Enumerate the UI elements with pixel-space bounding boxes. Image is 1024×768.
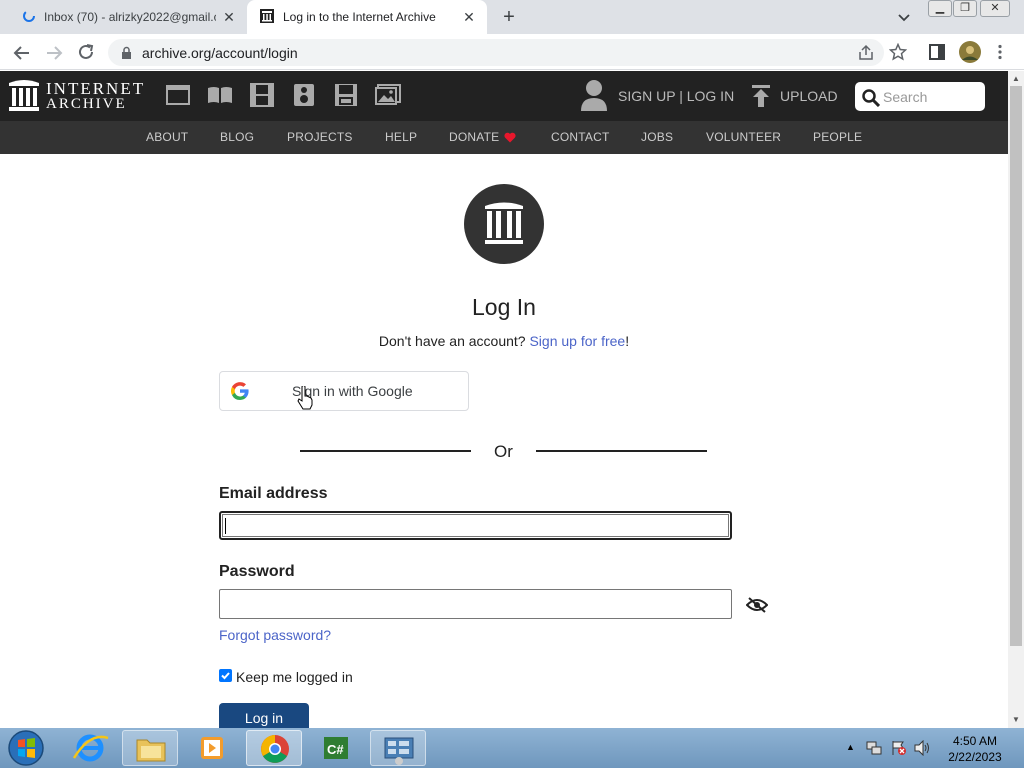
email-label: Email address bbox=[219, 485, 328, 502]
visual-csharp-icon[interactable]: C# bbox=[308, 730, 364, 766]
show-hidden-icons-icon[interactable]: ▲ bbox=[846, 742, 855, 752]
file-explorer-icon[interactable] bbox=[122, 730, 178, 766]
scrollbar-thumb[interactable] bbox=[1010, 86, 1022, 646]
nav-about[interactable]: ABOUT bbox=[146, 130, 188, 144]
or-separator: Or bbox=[494, 442, 513, 461]
show-password-eye-icon[interactable] bbox=[746, 597, 768, 613]
google-g-icon bbox=[231, 382, 249, 400]
page-title: Log In bbox=[472, 294, 536, 320]
close-tab-icon[interactable]: ✕ bbox=[221, 9, 237, 25]
nav-people[interactable]: PEOPLE bbox=[813, 130, 862, 144]
minimize-button[interactable]: ▁ bbox=[928, 0, 952, 17]
signup-suffix: ! bbox=[625, 333, 630, 349]
internet-explorer-icon[interactable] bbox=[62, 730, 118, 766]
scroll-down-arrow-icon[interactable]: ▼ bbox=[1012, 715, 1020, 724]
tab-gmail[interactable]: Inbox (70) - alrizky2022@gmail.c ✕ bbox=[0, 0, 247, 34]
action-center-flag-icon[interactable] bbox=[891, 740, 907, 756]
signup-free-link[interactable]: Sign up for free bbox=[529, 333, 625, 349]
close-tab-icon[interactable]: ✕ bbox=[461, 9, 477, 25]
tab-title: Inbox (70) - alrizky2022@gmail.c bbox=[44, 10, 216, 24]
audio-icon[interactable] bbox=[293, 83, 315, 107]
tab-title: Log in to the Internet Archive bbox=[283, 10, 436, 24]
login-button[interactable]: Log in bbox=[219, 703, 309, 728]
search-icon bbox=[862, 89, 880, 107]
archive-building-icon bbox=[485, 202, 523, 244]
archive-favicon-icon bbox=[260, 9, 274, 23]
reload-icon[interactable] bbox=[77, 43, 95, 61]
signup-login-link[interactable]: SIGN UP | LOG IN bbox=[618, 88, 734, 104]
texts-icon[interactable] bbox=[207, 86, 233, 104]
keep-logged-in-checkbox[interactable] bbox=[219, 669, 232, 682]
nav-donate[interactable]: DONATE bbox=[449, 130, 499, 144]
side-panel-icon[interactable] bbox=[929, 44, 945, 60]
windows-start-icon[interactable] bbox=[6, 729, 46, 767]
signup-prompt: Don't have an account? Sign up for free! bbox=[0, 333, 1008, 349]
url-text[interactable]: archive.org/account/login bbox=[142, 45, 298, 61]
ia-logo-icon[interactable] bbox=[9, 79, 39, 111]
new-tab-button[interactable]: + bbox=[499, 7, 519, 27]
heart-icon[interactable] bbox=[504, 132, 516, 143]
lock-icon[interactable] bbox=[121, 46, 132, 59]
scroll-up-arrow-icon[interactable]: ▲ bbox=[1012, 74, 1020, 83]
media-player-icon[interactable] bbox=[184, 730, 240, 766]
password-field[interactable] bbox=[219, 589, 732, 619]
forward-arrow-icon[interactable] bbox=[45, 44, 63, 62]
nav-contact[interactable]: CONTACT bbox=[551, 130, 610, 144]
forgot-password-link[interactable]: Forgot password? bbox=[219, 627, 331, 643]
user-icon[interactable] bbox=[580, 79, 608, 111]
keep-logged-in-label[interactable]: Keep me logged in bbox=[236, 669, 353, 685]
nav-help[interactable]: HELP bbox=[385, 130, 417, 144]
tab-internet-archive[interactable]: Log in to the Internet Archive ✕ bbox=[247, 0, 487, 34]
chrome-icon[interactable] bbox=[246, 730, 302, 766]
svg-text:C#: C# bbox=[327, 742, 344, 757]
volume-icon[interactable] bbox=[914, 740, 932, 756]
bookmark-star-icon[interactable] bbox=[889, 43, 907, 61]
clock-time: 4:50 AM bbox=[952, 734, 998, 748]
video-icon[interactable] bbox=[250, 83, 274, 107]
email-field[interactable] bbox=[219, 511, 732, 540]
network-icon[interactable] bbox=[866, 740, 882, 756]
checkmark-icon bbox=[221, 672, 230, 680]
no-account-text: Don't have an account? bbox=[378, 333, 526, 349]
clock-date: 2/22/2023 bbox=[948, 750, 1002, 764]
nav-blog[interactable]: BLOG bbox=[220, 130, 254, 144]
nav-volunteer[interactable]: VOLUNTEER bbox=[706, 130, 781, 144]
text-caret bbox=[225, 518, 226, 534]
gmail-loading-icon bbox=[22, 9, 36, 23]
software-icon[interactable] bbox=[334, 83, 358, 107]
control-panel-icon[interactable] bbox=[370, 730, 426, 766]
back-arrow-icon[interactable] bbox=[13, 44, 31, 62]
close-window-button[interactable]: ✕ bbox=[980, 0, 1010, 17]
tab-search-chevron-icon[interactable] bbox=[896, 9, 912, 25]
chrome-menu-icon[interactable] bbox=[997, 44, 1003, 60]
divider-left bbox=[300, 450, 471, 452]
ia-logo-text-line2[interactable]: ARCHIVE bbox=[46, 96, 127, 113]
restore-button[interactable]: ❐ bbox=[953, 0, 977, 17]
password-label: Password bbox=[219, 563, 295, 580]
profile-avatar[interactable] bbox=[959, 41, 981, 63]
web-icon[interactable] bbox=[166, 85, 190, 105]
divider-right bbox=[536, 450, 707, 452]
taskbar-clock[interactable]: 4:50 AM 2/22/2023 bbox=[938, 733, 1012, 765]
share-icon[interactable] bbox=[857, 44, 875, 62]
nav-jobs[interactable]: JOBS bbox=[641, 130, 673, 144]
nav-projects[interactable]: PROJECTS bbox=[287, 130, 353, 144]
hand-cursor-icon bbox=[297, 386, 313, 410]
search-placeholder: Search bbox=[883, 89, 928, 105]
images-icon[interactable] bbox=[375, 84, 401, 106]
upload-link[interactable]: UPLOAD bbox=[780, 88, 838, 104]
upload-icon[interactable] bbox=[752, 85, 770, 107]
archive-logo-circle bbox=[464, 184, 544, 264]
